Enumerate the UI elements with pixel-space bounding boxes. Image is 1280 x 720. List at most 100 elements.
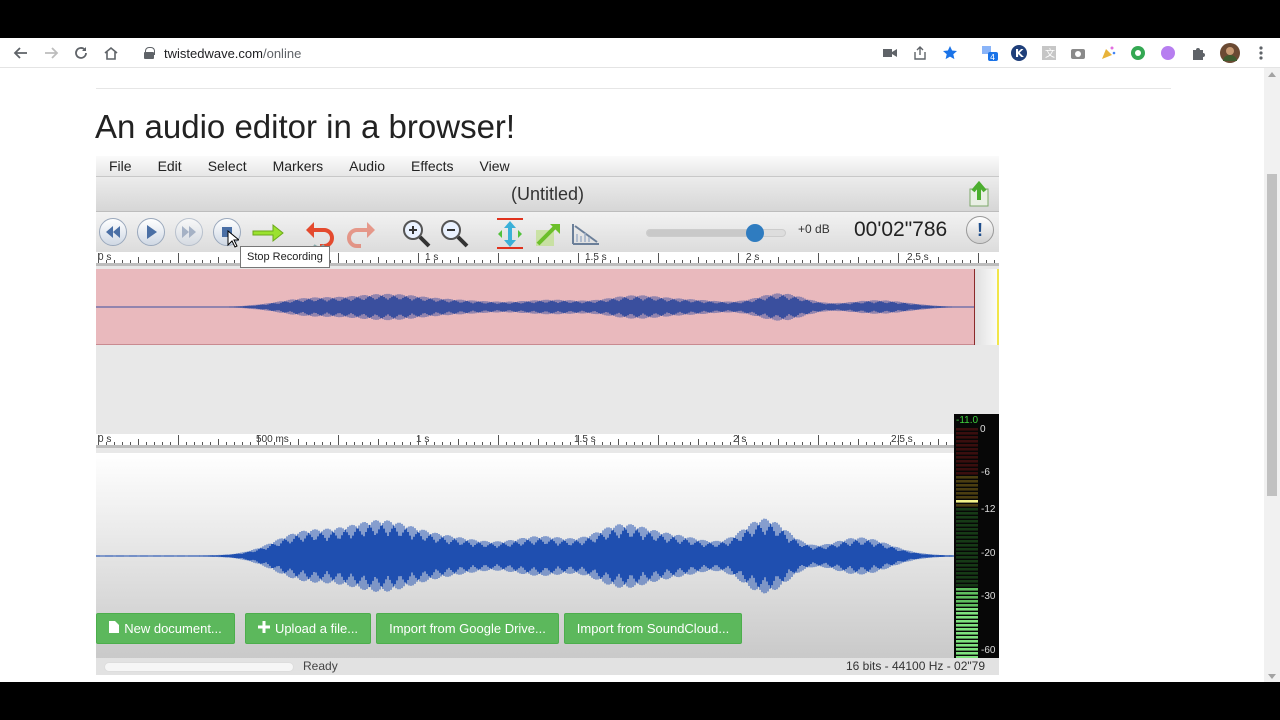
ruler-tick	[818, 253, 819, 263]
info-button[interactable]: !	[966, 216, 994, 244]
gain-slider-handle[interactable]	[745, 224, 764, 242]
home-icon[interactable]	[100, 42, 122, 64]
go-to-end-button[interactable]	[251, 218, 285, 248]
upload-file-button[interactable]: Upload a file...	[245, 613, 371, 644]
upload-share-icon[interactable]	[967, 180, 993, 208]
gain-slider[interactable]	[646, 224, 786, 242]
ruler-tick	[866, 442, 867, 445]
overview-viewport-end[interactable]	[974, 269, 999, 345]
ruler-tick	[834, 442, 835, 445]
meter-segment	[956, 440, 978, 443]
ruler-tick	[402, 442, 403, 445]
ruler-tick	[626, 260, 627, 263]
back-icon[interactable]	[10, 42, 32, 64]
ruler-tick	[130, 442, 131, 445]
meter-scale-label: -60	[981, 645, 996, 656]
translate-extension-icon[interactable]: 文	[1040, 44, 1058, 62]
k-extension-icon[interactable]: K	[1010, 44, 1028, 62]
ruler-tick	[898, 253, 899, 263]
reload-icon[interactable]	[70, 42, 92, 64]
puzzle-extensions-icon[interactable]	[1189, 44, 1207, 62]
party-extension-icon[interactable]	[1099, 44, 1117, 62]
screenshot-extension-icon[interactable]	[1069, 44, 1087, 62]
camera-icon[interactable]	[881, 44, 899, 62]
ruler-label: 2 s	[733, 434, 747, 445]
page-scrollbar[interactable]	[1264, 68, 1280, 682]
ruler-tick	[538, 257, 539, 263]
new-document-button[interactable]: New document...	[96, 613, 235, 644]
menu-markers[interactable]: Markers	[260, 158, 324, 174]
ruler-tick	[874, 260, 875, 263]
browser-menu-icon[interactable]	[1252, 44, 1270, 62]
ruler-tick	[610, 260, 611, 263]
stop-recording-button[interactable]	[213, 218, 243, 248]
overview-waveform[interactable]	[95, 269, 999, 345]
ruler-tick	[450, 260, 451, 263]
play-button[interactable]	[137, 218, 167, 248]
menu-select[interactable]: Select	[195, 158, 247, 174]
ruler-tick	[602, 260, 603, 263]
zoom-out-button[interactable]	[438, 218, 472, 248]
ruler-tick	[706, 260, 707, 263]
ruler-tick	[946, 442, 947, 445]
menu-view[interactable]: View	[467, 158, 510, 174]
import-soundcloud-button[interactable]: Import from SoundCloud...	[564, 613, 742, 644]
meter-scale-label: -6	[981, 467, 990, 478]
ruler-tick	[738, 253, 739, 263]
undo-button[interactable]	[304, 218, 338, 249]
ruler-label: 1 s	[425, 252, 439, 263]
normalize-button[interactable]	[532, 218, 566, 248]
ruler-tick	[218, 439, 219, 445]
purple-extension-icon[interactable]	[1159, 44, 1177, 62]
menu-edit[interactable]: Edit	[145, 158, 182, 174]
ruler-tick	[410, 442, 411, 445]
main-ruler: 0 s 500 ms 1 s 1.5 s 2 s 2.5 s	[96, 434, 954, 448]
ruler-tick	[898, 435, 899, 445]
meter-segment	[956, 636, 978, 639]
zoom-in-button[interactable]	[400, 218, 434, 248]
ruler-tick	[234, 442, 235, 445]
ruler-label: 2.5 s	[891, 434, 913, 445]
share-page-icon[interactable]	[911, 44, 929, 62]
ruler-tick	[378, 257, 379, 263]
top-letterbox	[0, 0, 1280, 38]
ruler-tick	[226, 442, 227, 445]
ruler-tick	[418, 435, 419, 445]
extension-tabs-icon[interactable]: 4	[981, 44, 999, 62]
import-google-drive-button[interactable]: Import from Google Drive...	[376, 613, 559, 644]
ruler-tick	[978, 253, 979, 263]
ruler-tick	[826, 442, 827, 445]
ruler-label: 500 ms	[256, 434, 289, 445]
meter-segment	[956, 540, 978, 543]
menu-audio[interactable]: Audio	[336, 158, 385, 174]
bookmark-star-icon[interactable]	[941, 44, 959, 62]
meter-segment	[956, 512, 978, 515]
ruler-tick	[858, 439, 859, 445]
menu-effects[interactable]: Effects	[398, 158, 454, 174]
profile-avatar[interactable]	[1219, 42, 1241, 64]
ruler-tick	[178, 435, 179, 445]
address-bar[interactable]: twistedwave.com/online	[132, 40, 972, 66]
green-extension-icon[interactable]	[1129, 44, 1147, 62]
scroll-thumb[interactable]	[1267, 174, 1277, 496]
redo-button[interactable]	[343, 218, 377, 248]
menu-file[interactable]: File	[96, 158, 132, 174]
rewind-button[interactable]	[99, 218, 129, 248]
ruler-tick	[434, 260, 435, 263]
fast-forward-button[interactable]	[175, 218, 205, 248]
zoom-in-icon	[403, 220, 431, 248]
ruler-tick	[834, 260, 835, 263]
ruler-tick	[194, 442, 195, 445]
normalize-icon	[536, 224, 560, 246]
ruler-tick	[138, 439, 139, 445]
scroll-down-arrow-icon[interactable]	[1268, 674, 1276, 679]
forward-icon[interactable]	[40, 42, 62, 64]
scroll-up-arrow-icon[interactable]	[1268, 72, 1276, 77]
meter-segment	[956, 532, 978, 535]
top-divider	[96, 88, 1171, 89]
overview-ruler: 0 s 1 s 1.5 s 2 s 2.5 s	[96, 252, 999, 266]
fade-button[interactable]	[570, 218, 604, 248]
ruler-tick	[754, 442, 755, 445]
ruler-tick	[698, 439, 699, 445]
fit-vertical-button[interactable]	[494, 218, 528, 249]
